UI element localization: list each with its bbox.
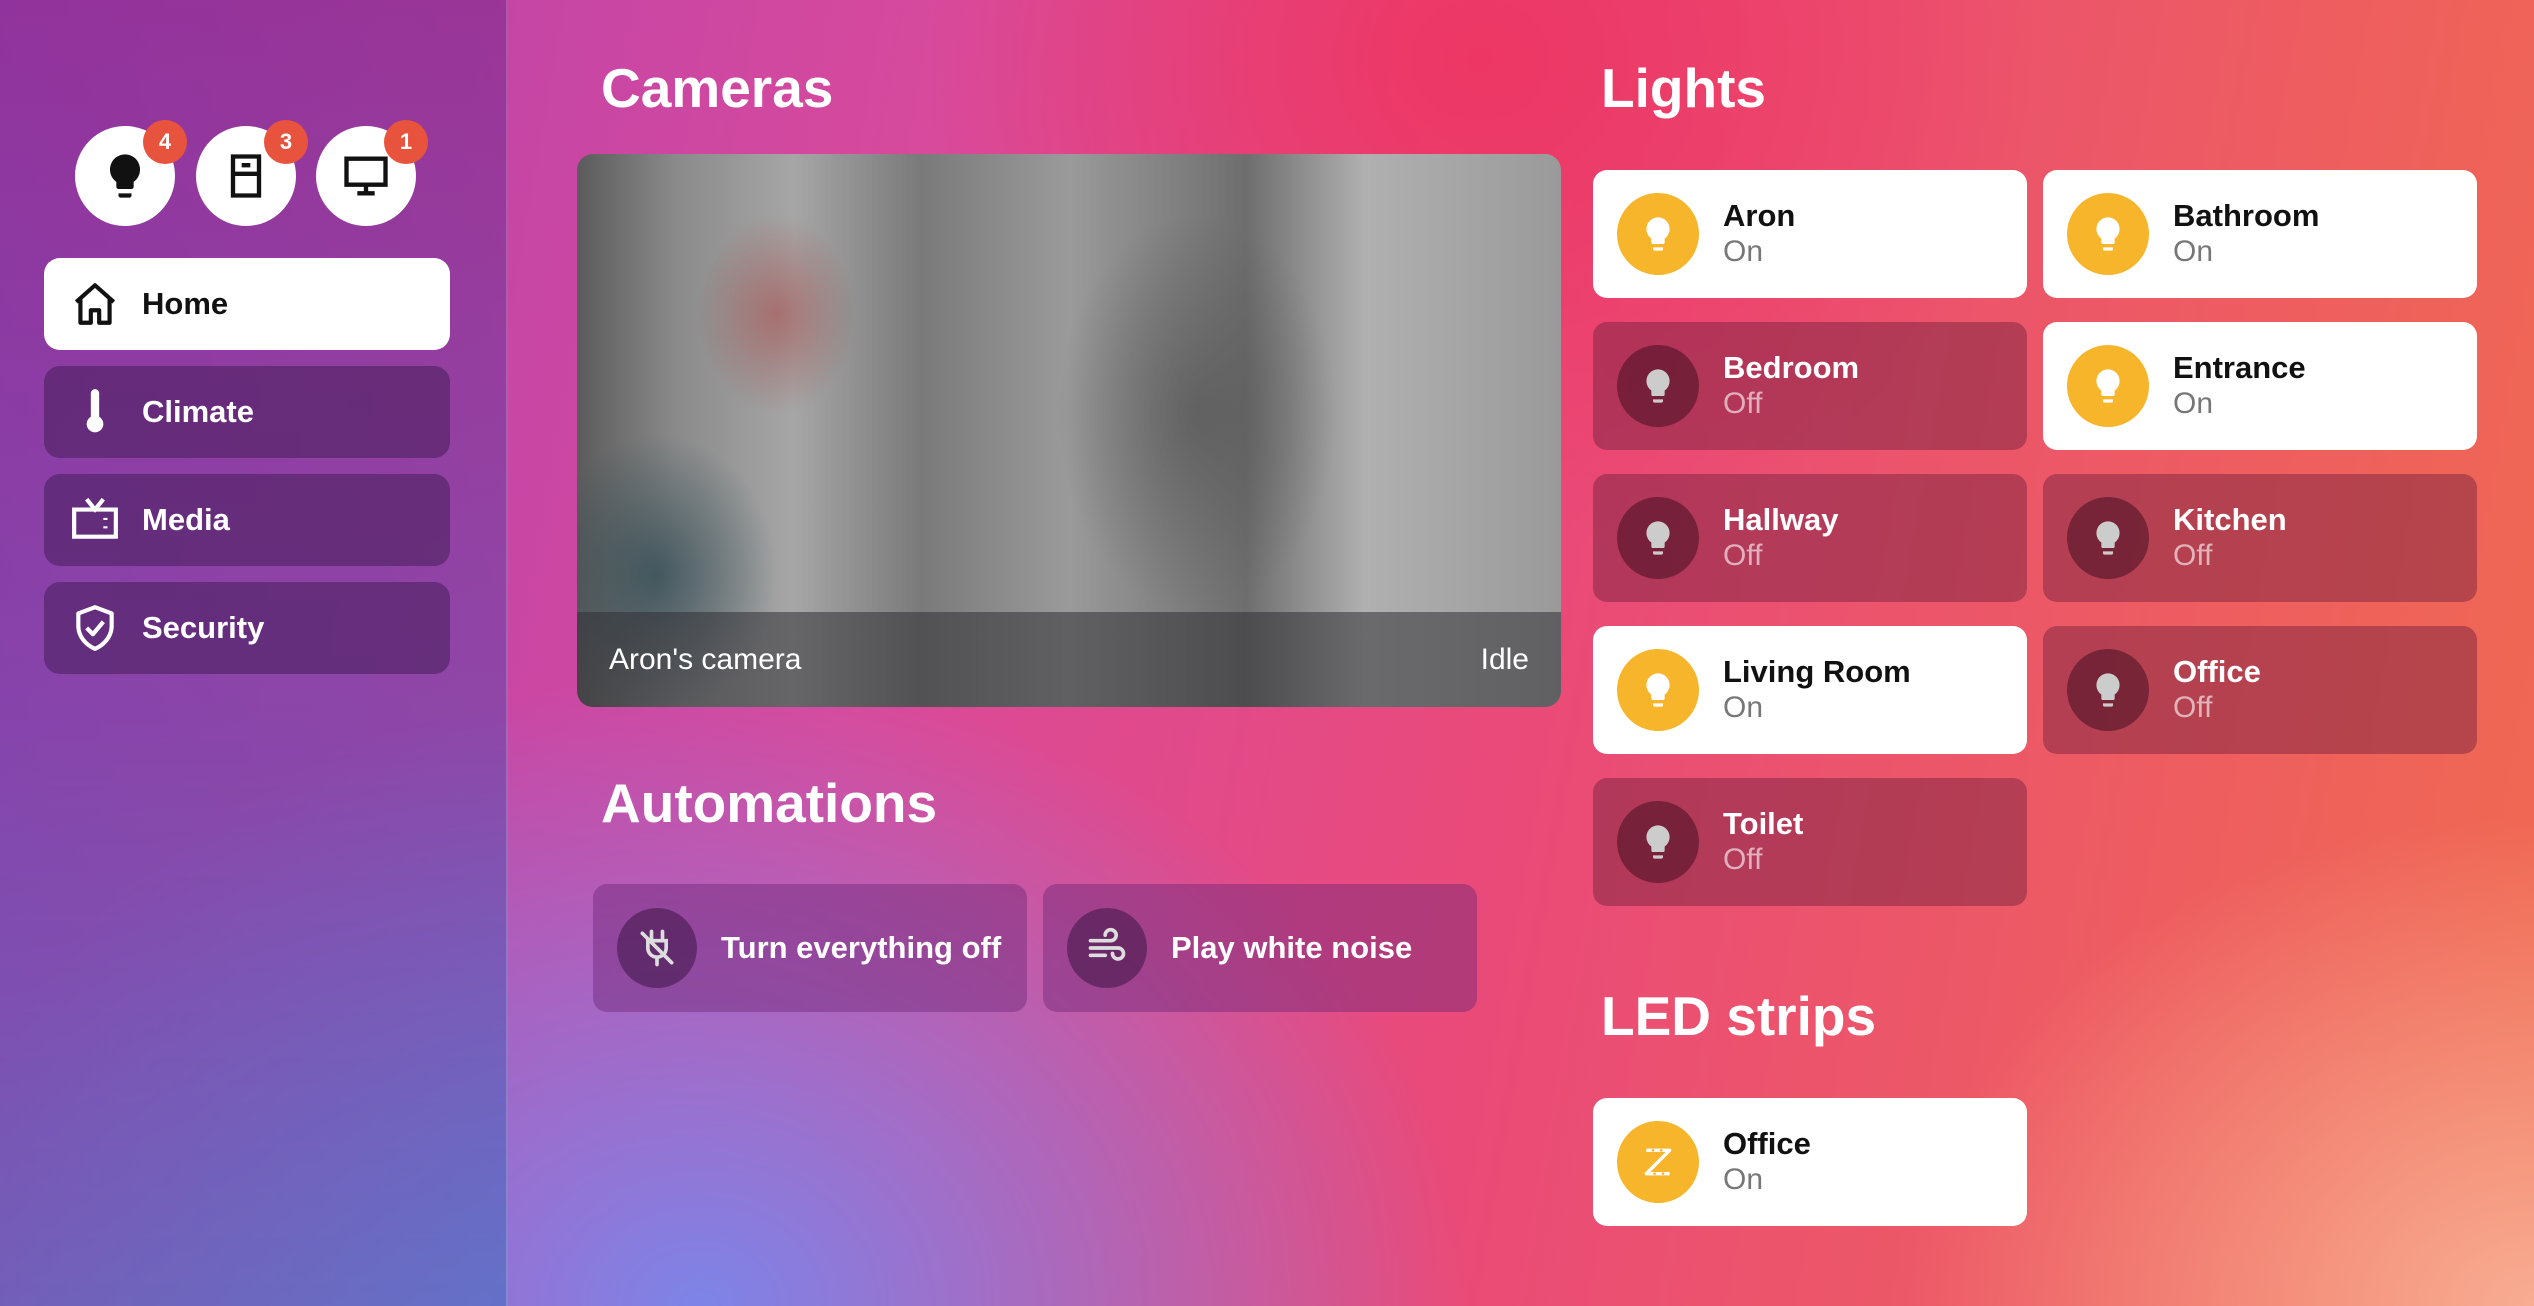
light-aron[interactable]: Aron On bbox=[1593, 170, 2027, 298]
nav-label-security: Security bbox=[142, 610, 265, 645]
media-chip[interactable]: 1 bbox=[316, 120, 428, 226]
camera-card[interactable]: Aron's camera Idle bbox=[577, 154, 1561, 707]
light-living-room[interactable]: Living Room On bbox=[1593, 626, 2027, 754]
light-state: Off bbox=[1723, 539, 1763, 572]
light-state: Off bbox=[2173, 539, 2213, 572]
lightbulb-icon bbox=[1617, 193, 1699, 275]
led-strip-office[interactable]: Office On bbox=[1593, 1098, 2027, 1226]
light-entrance[interactable]: Entrance On bbox=[2043, 322, 2477, 450]
home-icon bbox=[74, 283, 116, 325]
lightbulb-icon bbox=[1617, 801, 1699, 883]
led-strip-name: Office bbox=[1723, 1126, 1811, 1161]
wind-icon bbox=[1067, 908, 1147, 988]
nav-item-home[interactable]: Home bbox=[44, 258, 450, 350]
nav-item-climate[interactable]: Climate bbox=[44, 366, 450, 458]
lightbulb-icon bbox=[2067, 649, 2149, 731]
light-name: Bedroom bbox=[1723, 350, 1860, 385]
thermometer-icon bbox=[86, 389, 104, 433]
light-bathroom[interactable]: Bathroom On bbox=[2043, 170, 2477, 298]
lights-chip[interactable]: 4 bbox=[75, 120, 187, 226]
camera-footer: Aron's camera Idle bbox=[577, 612, 1561, 707]
camera-name: Aron's camera bbox=[609, 642, 802, 676]
automation-label: Play white noise bbox=[1171, 930, 1413, 965]
automation-turn-everything-off[interactable]: Turn everything off bbox=[593, 884, 1027, 1012]
led-strip-icon bbox=[1617, 1121, 1699, 1203]
lightbulb-icon bbox=[2067, 193, 2149, 275]
light-state: On bbox=[1723, 691, 1764, 724]
light-toilet[interactable]: Toilet Off bbox=[1593, 778, 2027, 906]
light-name: Aron bbox=[1723, 198, 1796, 233]
monitor-icon bbox=[344, 156, 388, 196]
automations-heading: Automations bbox=[601, 772, 938, 834]
lights-heading: Lights bbox=[1601, 57, 1766, 119]
shield-check-icon bbox=[76, 605, 114, 651]
light-state: Off bbox=[1723, 387, 1763, 420]
automation-label: Turn everything off bbox=[721, 930, 1002, 965]
light-name: Bathroom bbox=[2173, 198, 2320, 233]
tv-icon bbox=[72, 497, 118, 539]
light-state: Off bbox=[1723, 843, 1763, 876]
light-name: Hallway bbox=[1723, 502, 1839, 537]
light-name: Toilet bbox=[1723, 806, 1804, 841]
cameras-heading: Cameras bbox=[601, 57, 834, 119]
light-state: On bbox=[2173, 387, 2214, 420]
automation-play-white-noise[interactable]: Play white noise bbox=[1043, 884, 1477, 1012]
light-bedroom[interactable]: Bedroom Off bbox=[1593, 322, 2027, 450]
light-state: Off bbox=[2173, 691, 2213, 724]
door-icon bbox=[230, 154, 262, 198]
camera-state: Idle bbox=[1480, 642, 1529, 676]
nav-item-media[interactable]: Media bbox=[44, 474, 450, 566]
nav-label-media: Media bbox=[142, 502, 230, 537]
media-count-badge: 1 bbox=[384, 120, 428, 164]
led-strips-heading: LED strips bbox=[1601, 985, 1877, 1047]
light-name: Office bbox=[2173, 654, 2261, 689]
light-hallway[interactable]: Hallway Off bbox=[1593, 474, 2027, 602]
light-name: Kitchen bbox=[2173, 502, 2287, 537]
nav-item-security[interactable]: Security bbox=[44, 582, 450, 674]
power-plug-off-icon bbox=[617, 908, 697, 988]
sidebar: 4 3 1 Home Climate Media Security bbox=[0, 0, 508, 1306]
nav-label-climate: Climate bbox=[142, 394, 254, 429]
lightbulb-icon bbox=[1617, 497, 1699, 579]
doors-count-badge: 3 bbox=[264, 120, 308, 164]
light-name: Living Room bbox=[1723, 654, 1911, 689]
doors-chip[interactable]: 3 bbox=[196, 120, 308, 226]
lights-count-badge: 4 bbox=[143, 120, 187, 164]
light-kitchen[interactable]: Kitchen Off bbox=[2043, 474, 2477, 602]
lightbulb-icon bbox=[2067, 497, 2149, 579]
lightbulb-icon bbox=[109, 154, 141, 198]
light-name: Entrance bbox=[2173, 350, 2306, 385]
light-state: On bbox=[1723, 235, 1764, 268]
nav-label-home: Home bbox=[142, 286, 229, 321]
light-office[interactable]: Office Off bbox=[2043, 626, 2477, 754]
lightbulb-icon bbox=[1617, 345, 1699, 427]
lightbulb-icon bbox=[2067, 345, 2149, 427]
led-strip-state: On bbox=[1723, 1163, 1764, 1196]
lightbulb-icon bbox=[1617, 649, 1699, 731]
light-state: On bbox=[2173, 235, 2214, 268]
